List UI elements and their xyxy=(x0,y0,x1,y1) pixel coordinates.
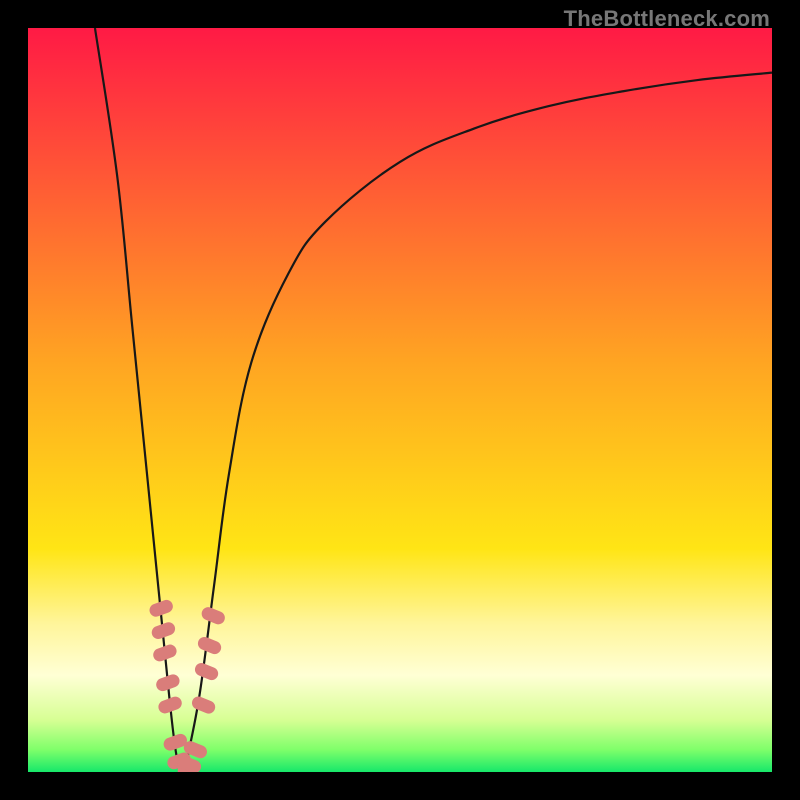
curve-marker xyxy=(200,605,227,626)
curve-marker xyxy=(190,695,217,716)
curve-marker xyxy=(196,635,223,656)
curve-marker xyxy=(193,661,220,682)
watermark-text: TheBottleneck.com xyxy=(564,6,770,32)
bottleneck-right-curve xyxy=(184,73,772,772)
bottleneck-left-curve xyxy=(95,28,184,772)
plot-area xyxy=(28,28,772,772)
marker-group xyxy=(148,598,227,772)
curve-layer xyxy=(28,28,772,772)
chart-frame: TheBottleneck.com xyxy=(0,0,800,800)
